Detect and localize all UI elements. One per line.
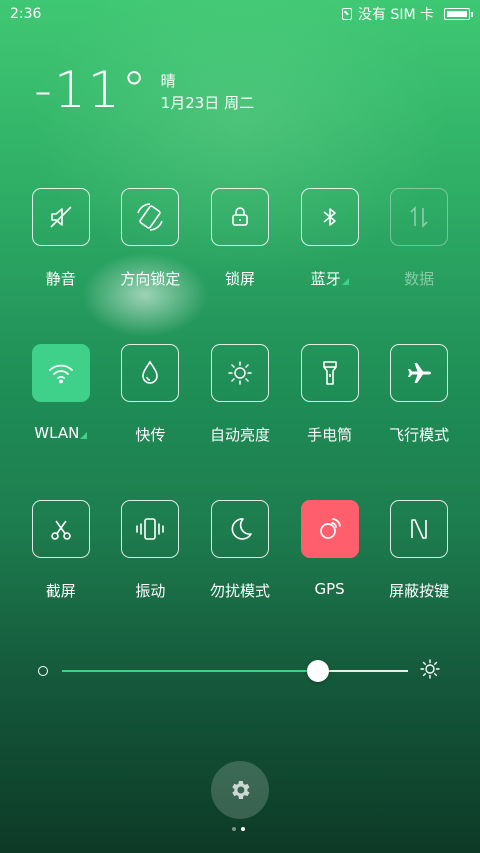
page-dot-active <box>241 827 245 831</box>
auto-brightness-icon[interactable] <box>210 344 269 402</box>
status-bar: 2:36 没有 SIM 卡 <box>0 0 480 28</box>
quick-settings-grid: 静音 方向锁定 锁屏 蓝牙 数据 WLAN 快传 自动亮度 手电筒 飞行模式 截… <box>0 188 480 656</box>
brightness-low-icon <box>38 666 48 676</box>
status-right: 没有 SIM 卡 <box>342 4 473 24</box>
status-time: 2:36 <box>10 6 42 22</box>
tile-wlan[interactable]: WLAN <box>16 344 106 500</box>
tile-mute[interactable]: 静音 <box>16 188 106 344</box>
tile-screenshot[interactable]: 截屏 <box>16 500 106 656</box>
tiles-row-1: 静音 方向锁定 锁屏 蓝牙 数据 <box>0 188 480 344</box>
gear-icon <box>232 781 250 799</box>
tile-label: 方向锁定 <box>120 270 181 288</box>
tile-label: 自动亮度 <box>209 426 270 444</box>
quick-transfer-icon[interactable] <box>121 344 180 402</box>
tiles-row-3: 截屏 振动 勿扰模式 GPS 屏蔽按键 <box>0 500 480 656</box>
page-indicator <box>232 827 245 831</box>
tile-label: 静音 <box>45 270 76 288</box>
weather-condition: 晴 <box>160 72 176 90</box>
flashlight-icon[interactable] <box>300 344 359 402</box>
settings-button[interactable] <box>211 761 269 819</box>
tile-lock-screen[interactable]: 锁屏 <box>195 188 285 344</box>
block-keys-icon[interactable] <box>390 500 449 558</box>
tile-label: 截屏 <box>45 582 76 600</box>
tile-label: 屏蔽按键 <box>389 582 450 600</box>
tile-quick-transfer[interactable]: 快传 <box>106 344 196 500</box>
tile-rotation-lock[interactable]: 方向锁定 <box>106 188 196 344</box>
weather-info: 晴 1月23日 周二 <box>161 70 254 114</box>
brightness-thumb[interactable] <box>307 660 330 682</box>
brightness-slider[interactable] <box>38 659 443 683</box>
battery-icon <box>444 8 473 20</box>
moon-icon[interactable] <box>210 500 269 558</box>
lock-icon[interactable] <box>210 188 269 246</box>
tile-label: 数据 <box>404 270 435 288</box>
page-dot <box>232 827 236 831</box>
weather-date: 1月23日 周二 <box>160 94 255 112</box>
weather-widget[interactable]: -11° 晴 1月23日 周二 <box>34 62 254 118</box>
bluetooth-icon[interactable] <box>300 188 359 246</box>
tile-label: 蓝牙 <box>311 268 349 289</box>
sim-icon <box>342 8 352 20</box>
tile-label: 勿扰模式 <box>209 582 270 600</box>
vibrate-icon[interactable] <box>121 500 180 558</box>
tile-label: 锁屏 <box>224 270 255 288</box>
tile-label: 飞行模式 <box>389 426 450 444</box>
wifi-icon[interactable] <box>31 344 90 402</box>
data-icon[interactable] <box>390 188 449 246</box>
mute-icon[interactable] <box>31 188 90 246</box>
tile-block-keys[interactable]: 屏蔽按键 <box>374 500 464 656</box>
more-indicator-icon <box>341 278 349 285</box>
tile-label: 振动 <box>135 582 166 600</box>
tile-data[interactable]: 数据 <box>374 188 464 344</box>
tile-label: WLAN <box>34 424 88 442</box>
temperature: -11° <box>34 61 149 119</box>
tile-auto-brightness[interactable]: 自动亮度 <box>195 344 285 500</box>
tile-flashlight[interactable]: 手电筒 <box>285 344 375 500</box>
screenshot-icon[interactable] <box>31 500 90 558</box>
tile-vibrate[interactable]: 振动 <box>106 500 196 656</box>
brightness-track[interactable] <box>62 660 408 682</box>
gps-icon[interactable] <box>300 500 359 558</box>
tile-gps[interactable]: GPS <box>285 500 375 656</box>
tiles-row-2: WLAN 快传 自动亮度 手电筒 飞行模式 <box>0 344 480 500</box>
brightness-fill <box>62 670 319 672</box>
tile-airplane[interactable]: 飞行模式 <box>374 344 464 500</box>
tile-label: 手电筒 <box>307 426 353 444</box>
tile-label: GPS <box>314 580 345 598</box>
brightness-high-icon <box>420 659 440 683</box>
sim-status-text: 没有 SIM 卡 <box>358 7 434 23</box>
rotation-lock-icon[interactable] <box>121 188 180 246</box>
more-indicator-icon <box>80 432 88 439</box>
tile-label: 快传 <box>135 426 166 444</box>
tile-dnd[interactable]: 勿扰模式 <box>195 500 285 656</box>
tile-bluetooth[interactable]: 蓝牙 <box>285 188 375 344</box>
airplane-icon[interactable] <box>390 344 449 402</box>
